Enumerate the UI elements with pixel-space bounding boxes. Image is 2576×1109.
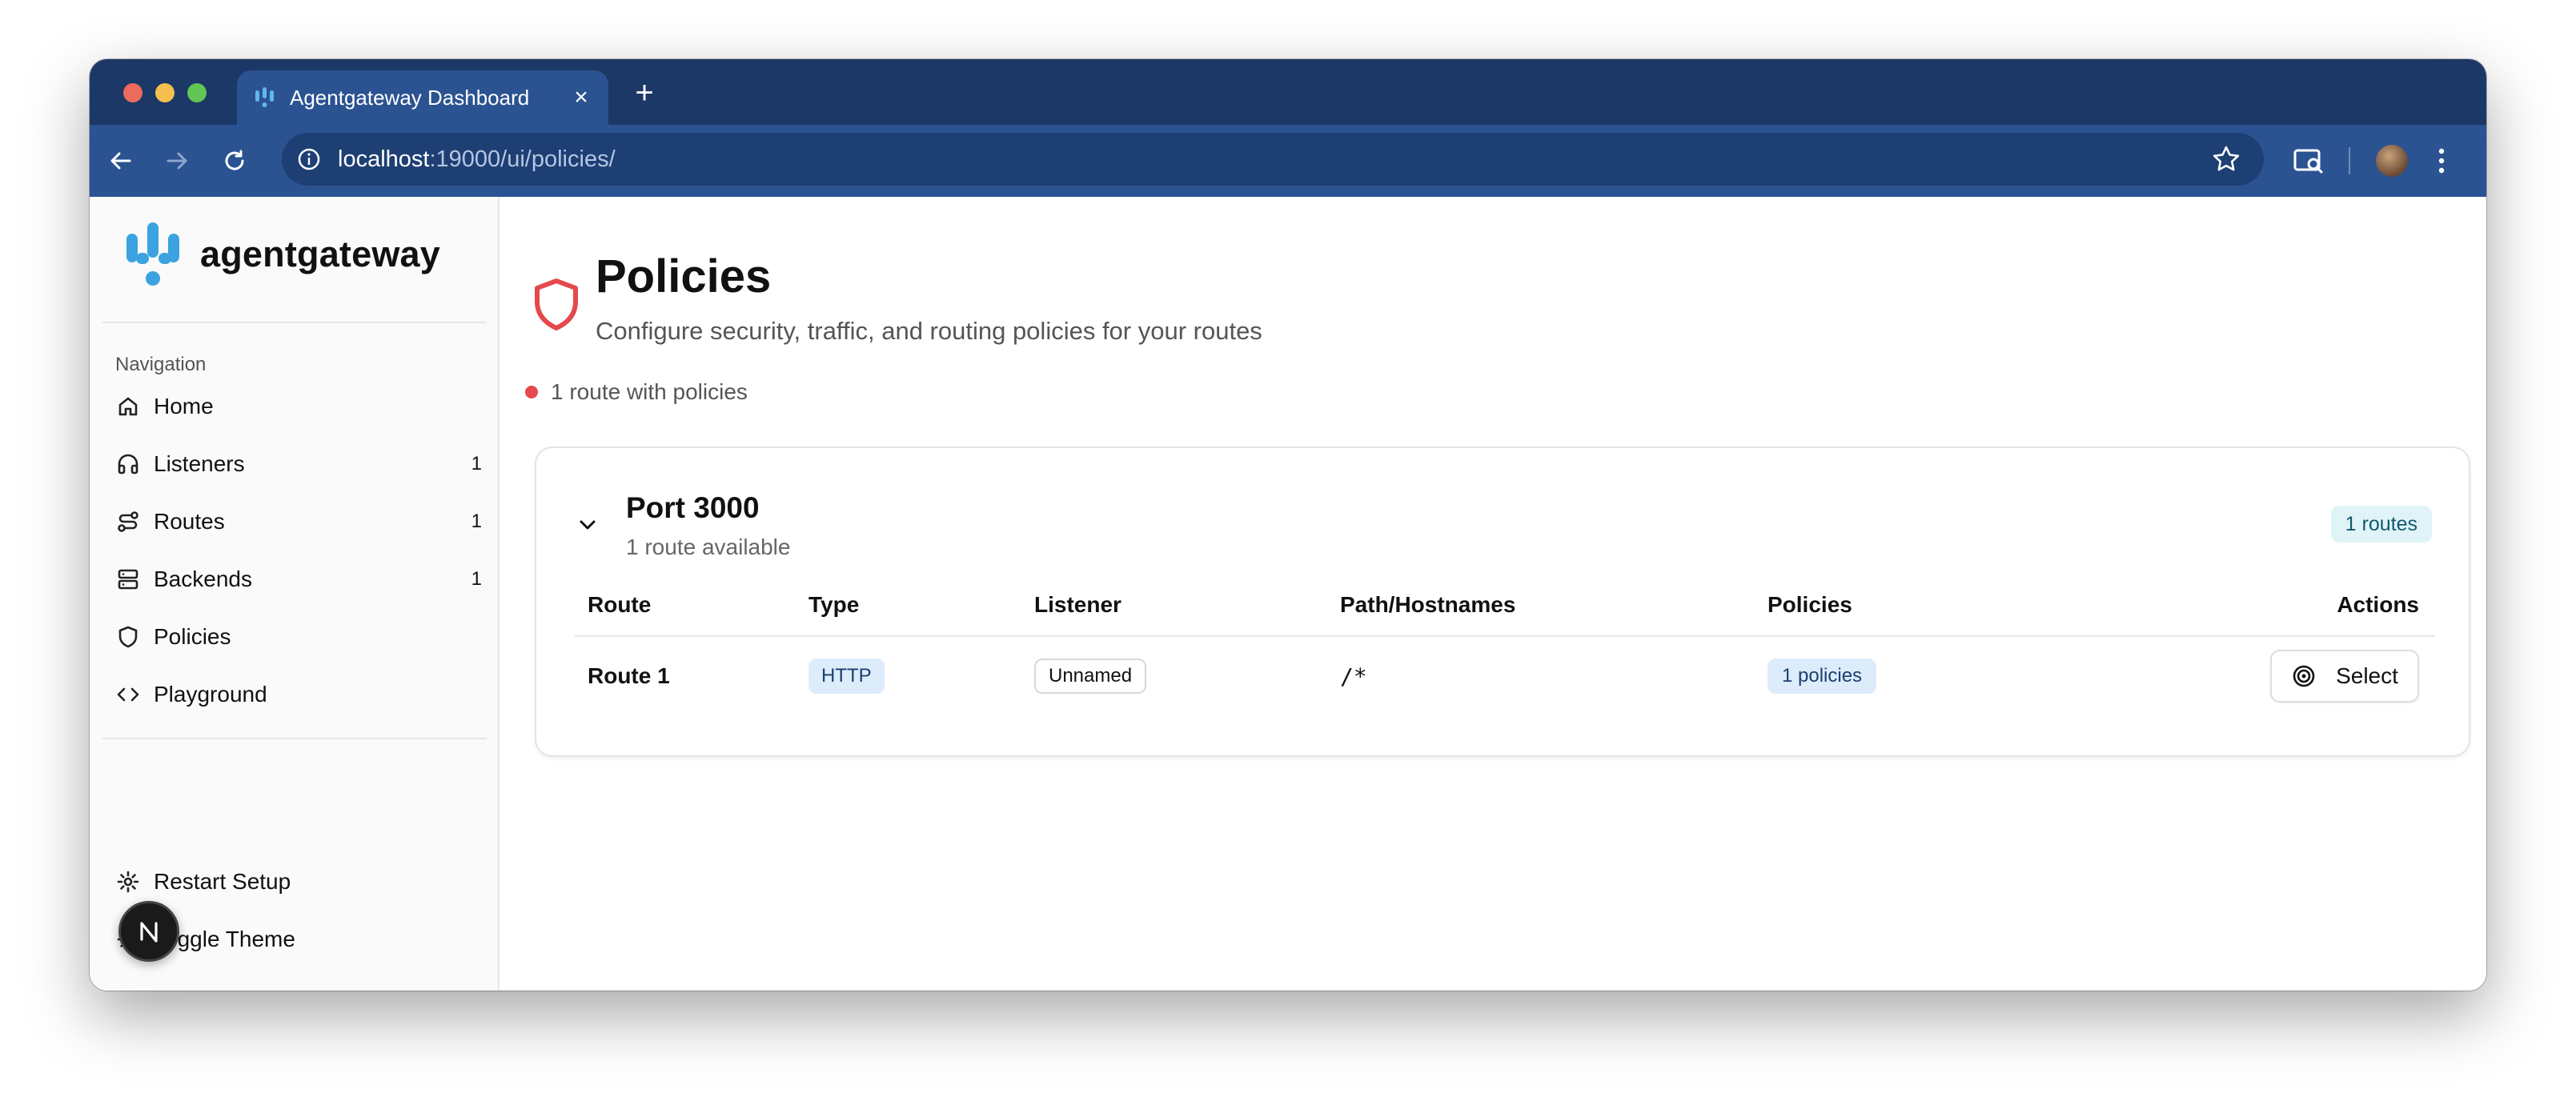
main-panel: Policies Configure security, traffic, an… <box>500 197 2486 991</box>
nextjs-devtools-icon[interactable] <box>118 901 179 962</box>
browser-toolbar: localhost:19000/ui/policies/ <box>90 125 2486 197</box>
app-content: agentgateway Navigation Home Listeners 1… <box>90 197 2486 991</box>
sidebar-item-listeners[interactable]: Listeners 1 <box>115 442 482 486</box>
toolbar-separator <box>2349 141 2350 181</box>
reload-icon <box>225 150 244 170</box>
sidebar-item-routes[interactable]: Routes 1 <box>115 499 482 544</box>
agentgateway-logo-icon <box>126 222 179 286</box>
url-text: localhost:19000/ui/policies/ <box>338 146 616 172</box>
table-header-divider <box>575 635 2435 637</box>
forward-button[interactable] <box>157 141 197 181</box>
route-path: /* <box>1340 663 1367 690</box>
reload-button[interactable] <box>215 141 255 181</box>
arrow-left-icon <box>110 152 131 170</box>
close-window-button[interactable] <box>123 83 142 102</box>
column-header-path: Path/Hostnames <box>1340 592 1516 617</box>
sidebar-item-policies[interactable]: Policies <box>115 615 482 659</box>
port-subtitle: 1 route available <box>626 534 791 559</box>
route-icon <box>115 509 141 534</box>
agentgateway-favicon-icon <box>255 87 274 107</box>
column-header-type: Type <box>809 592 860 617</box>
tab-close-icon[interactable]: × <box>565 84 597 111</box>
sidebar: agentgateway Navigation Home Listeners 1… <box>90 197 500 991</box>
site-info-icon[interactable] <box>295 145 323 174</box>
listeners-count: 1 <box>471 453 482 474</box>
new-tab-button[interactable]: + <box>624 74 664 114</box>
page-subtitle: Configure security, traffic, and routing… <box>596 317 1262 345</box>
tab-title: Agentgateway Dashboard <box>290 85 530 110</box>
shield-icon <box>535 278 578 330</box>
sidebar-item-home[interactable]: Home <box>115 384 482 429</box>
cast-search-button[interactable] <box>2293 141 2325 181</box>
tab-strip: Agentgateway Dashboard × + <box>90 59 2486 125</box>
bookmark-star-icon[interactable] <box>2211 144 2241 174</box>
minimize-window-button[interactable] <box>155 83 175 102</box>
column-header-actions: Actions <box>2337 592 2419 617</box>
home-icon <box>115 394 141 419</box>
tab-search-icon <box>2293 149 2323 174</box>
brand-name: agentgateway <box>200 234 440 274</box>
arrow-right-icon <box>167 152 187 170</box>
column-header-listener: Listener <box>1034 592 1121 617</box>
port-title: Port 3000 <box>626 491 760 524</box>
server-icon <box>115 567 141 592</box>
brand[interactable]: agentgateway <box>123 221 440 288</box>
shield-icon <box>115 624 141 650</box>
code-icon <box>115 682 141 707</box>
maximize-window-button[interactable] <box>187 83 207 102</box>
route-type-badge: HTTP <box>809 659 885 694</box>
routes-count: 1 <box>471 510 482 532</box>
target-icon <box>2293 665 2315 687</box>
status-dot-icon <box>525 386 538 398</box>
routes-count-badge: 1 routes <box>2330 506 2432 542</box>
browser-window: Agentgateway Dashboard × + localhost:190… <box>90 59 2486 991</box>
browser-menu-button[interactable] <box>2437 141 2446 181</box>
port-card: Port 3000 1 route available 1 routes Rou… <box>535 446 2470 757</box>
column-header-policies: Policies <box>1767 592 1852 617</box>
page-title: Policies <box>596 250 772 302</box>
chevron-down-icon[interactable] <box>575 512 600 538</box>
nav-section-label: Navigation <box>115 354 207 375</box>
restart-setup-button[interactable]: Restart Setup <box>115 859 482 904</box>
address-bar[interactable]: localhost:19000/ui/policies/ <box>282 133 2264 186</box>
sidebar-item-playground[interactable]: Playground <box>115 672 482 717</box>
headphones-icon <box>115 451 141 477</box>
sidebar-divider <box>102 322 487 323</box>
backends-count: 1 <box>471 568 482 590</box>
sidebar-divider-bottom <box>102 738 487 739</box>
more-vert-icon <box>2438 148 2445 174</box>
back-button[interactable] <box>101 141 141 181</box>
browser-tab-active[interactable]: Agentgateway Dashboard × <box>237 70 608 125</box>
sidebar-item-backends[interactable]: Backends 1 <box>115 557 482 602</box>
policies-count-badge: 1 policies <box>1767 659 1877 694</box>
policy-status: 1 route with policies <box>525 379 748 405</box>
listener-badge: Unnamed <box>1034 659 1147 694</box>
gear-icon <box>115 869 141 895</box>
profile-avatar[interactable] <box>2376 141 2408 181</box>
route-name: Route 1 <box>588 663 670 688</box>
column-header-route: Route <box>588 592 652 617</box>
select-route-button[interactable]: Select <box>2270 650 2419 703</box>
